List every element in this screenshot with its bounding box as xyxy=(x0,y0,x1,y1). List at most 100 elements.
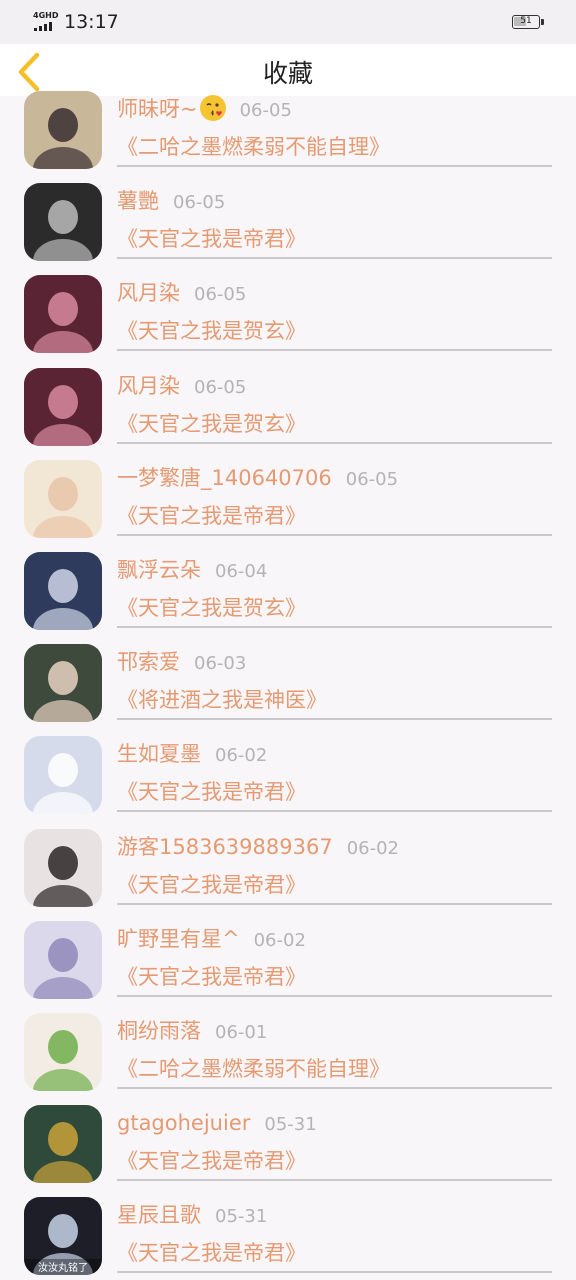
avatar[interactable] xyxy=(24,644,102,722)
list-item[interactable]: 飘浮云朵 06-04 《天官之我是贺玄》 xyxy=(0,552,576,646)
network-indicator: 4GHD xyxy=(33,11,59,20)
battery-icon: 51 xyxy=(512,15,540,29)
kiss-emoji-icon xyxy=(199,95,226,121)
avatar[interactable] xyxy=(24,183,102,261)
battery-level: 51 xyxy=(520,16,532,26)
name-line: 旷野里有星^ 06-02 xyxy=(117,925,306,955)
name-line: 风月染 06-05 xyxy=(117,279,246,309)
divider xyxy=(117,534,552,536)
divider xyxy=(117,257,552,259)
divider xyxy=(117,1087,552,1089)
favorite-date: 05-31 xyxy=(215,1206,268,1227)
avatar[interactable] xyxy=(24,275,102,353)
list-item[interactable]: 薯艷 06-05 《天官之我是帝君》 xyxy=(0,183,576,277)
user-name[interactable]: 桐纷雨落 xyxy=(117,1019,201,1043)
book-title[interactable]: 《天官之我是帝君》 xyxy=(117,871,306,899)
list-item[interactable]: 一梦繁唐_140640706 06-05 《天官之我是帝君》 xyxy=(0,460,576,554)
name-line: gtagohejuier 05-31 xyxy=(117,1109,317,1139)
avatar[interactable]: 汝汝丸铭了 xyxy=(24,1197,102,1275)
list-item[interactable]: 桐纷雨落 06-01 《二哈之墨燃柔弱不能自理》 xyxy=(0,1013,576,1107)
divider xyxy=(117,995,552,997)
book-title[interactable]: 《天官之我是帝君》 xyxy=(117,1239,306,1267)
status-time: 13:17 xyxy=(64,11,119,33)
book-title[interactable]: 《天官之我是帝君》 xyxy=(117,1147,306,1175)
user-name[interactable]: 风月染 xyxy=(117,281,180,305)
user-name[interactable]: 邗索爱 xyxy=(117,650,180,674)
divider xyxy=(117,1271,552,1273)
list-item[interactable]: gtagohejuier 05-31 《天官之我是帝君》 xyxy=(0,1105,576,1199)
user-name[interactable]: 旷野里有星^ xyxy=(117,927,240,951)
favorite-date: 06-05 xyxy=(173,192,226,213)
divider xyxy=(117,903,552,905)
signal-icon xyxy=(34,21,58,31)
name-line: 桐纷雨落 06-01 xyxy=(117,1017,267,1047)
favorite-date: 06-02 xyxy=(346,838,400,859)
favorite-date: 06-03 xyxy=(194,653,247,674)
avatar[interactable] xyxy=(24,1105,102,1183)
book-title[interactable]: 《二哈之墨燃柔弱不能自理》 xyxy=(117,133,390,161)
user-name[interactable]: gtagohejuier xyxy=(117,1111,250,1135)
avatar[interactable] xyxy=(24,829,102,907)
list-item[interactable]: 生如夏墨 06-02 《天官之我是帝君》 xyxy=(0,736,576,830)
avatar-caption: 汝汝丸铭了 xyxy=(38,1261,88,1274)
book-title[interactable]: 《天官之我是贺玄》 xyxy=(117,594,306,622)
book-title[interactable]: 《天官之我是帝君》 xyxy=(117,502,306,530)
list-item[interactable]: 风月染 06-05 《天官之我是贺玄》 xyxy=(0,275,576,369)
favorite-date: 06-05 xyxy=(194,377,247,398)
book-title[interactable]: 《天官之我是贺玄》 xyxy=(117,317,306,345)
avatar[interactable] xyxy=(24,736,102,814)
status-bar: 4GHD 13:17 51 xyxy=(0,0,576,44)
avatar[interactable] xyxy=(24,921,102,999)
favorite-date: 06-04 xyxy=(215,561,268,582)
user-name[interactable]: 一梦繁唐_140640706 xyxy=(117,466,332,490)
favorite-date: 06-02 xyxy=(215,745,268,766)
name-line: 风月染 06-05 xyxy=(117,372,246,402)
name-line: 游客1583639889367 06-02 xyxy=(117,833,399,863)
book-title[interactable]: 《将进酒之我是神医》 xyxy=(117,686,327,714)
user-name[interactable]: 飘浮云朵 xyxy=(117,558,201,582)
book-title[interactable]: 《天官之我是贺玄》 xyxy=(117,410,306,438)
user-name[interactable]: 师昧呀~ xyxy=(117,97,198,121)
list-item[interactable]: 邗索爱 06-03 《将进酒之我是神医》 xyxy=(0,644,576,738)
user-name[interactable]: 生如夏墨 xyxy=(117,742,201,766)
book-title[interactable]: 《二哈之墨燃柔弱不能自理》 xyxy=(117,1055,390,1083)
name-line: 邗索爱 06-03 xyxy=(117,648,246,678)
name-line: 星辰且歌 05-31 xyxy=(117,1201,267,1231)
divider xyxy=(117,165,552,167)
favorite-date: 05-31 xyxy=(264,1114,317,1135)
name-line: 飘浮云朵 06-04 xyxy=(117,556,267,586)
nav-bar: 收藏 xyxy=(0,44,576,96)
list-item[interactable]: 游客1583639889367 06-02 《天官之我是帝君》 xyxy=(0,829,576,923)
user-name[interactable]: 游客1583639889367 xyxy=(117,835,333,859)
name-line: 薯艷 06-05 xyxy=(117,187,225,217)
user-name[interactable]: 星辰且歌 xyxy=(117,1203,201,1227)
list-item[interactable]: 师昧呀~ 06-05 《二哈之墨燃柔弱不能自理》 xyxy=(0,91,576,185)
favorite-date: 06-02 xyxy=(253,930,306,951)
name-line: 生如夏墨 06-02 xyxy=(117,740,267,770)
favorite-date: 06-05 xyxy=(194,284,247,305)
user-name[interactable]: 风月染 xyxy=(117,374,180,398)
list-item[interactable]: 风月染 06-05 《天官之我是贺玄》 xyxy=(0,368,576,462)
avatar[interactable] xyxy=(24,1013,102,1091)
book-title[interactable]: 《天官之我是帝君》 xyxy=(117,225,306,253)
avatar[interactable] xyxy=(24,460,102,538)
page-title: 收藏 xyxy=(262,59,313,88)
divider xyxy=(117,349,552,351)
user-name[interactable]: 薯艷 xyxy=(117,189,159,213)
favorite-date: 06-01 xyxy=(215,1022,268,1043)
avatar[interactable] xyxy=(24,368,102,446)
avatar[interactable] xyxy=(24,552,102,630)
name-line: 一梦繁唐_140640706 06-05 xyxy=(117,464,398,494)
divider xyxy=(117,442,552,444)
avatar[interactable] xyxy=(24,91,102,169)
divider xyxy=(117,810,552,812)
favorite-date: 06-05 xyxy=(239,100,292,121)
divider xyxy=(117,1179,552,1181)
book-title[interactable]: 《天官之我是帝君》 xyxy=(117,963,306,991)
list-item[interactable]: 旷野里有星^ 06-02 《天官之我是帝君》 xyxy=(0,921,576,1015)
favorite-date: 06-05 xyxy=(345,469,399,490)
divider xyxy=(117,718,552,720)
list-item[interactable]: 汝汝丸铭了 星辰且歌 05-31 《天官之我是帝君》 xyxy=(0,1197,576,1280)
book-title[interactable]: 《天官之我是帝君》 xyxy=(117,778,306,806)
name-line: 师昧呀~ 06-05 xyxy=(117,95,292,125)
